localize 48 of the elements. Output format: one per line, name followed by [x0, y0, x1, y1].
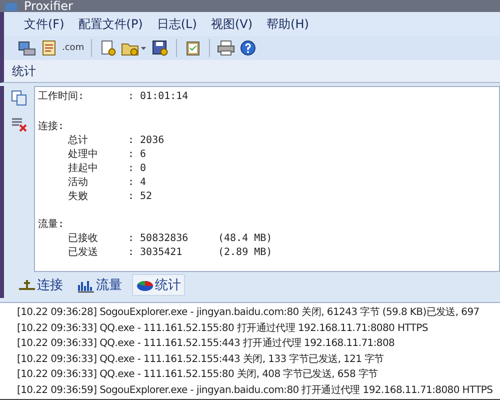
tab[interactable]: 统计 [132, 274, 185, 296]
stat-label: 失败 [68, 190, 89, 203]
stat-label: 工作时间: [38, 90, 86, 103]
stat-value: : 4 [128, 176, 148, 188]
stat-value: : 0 [128, 162, 148, 174]
stat-size: (2.89 MB) [218, 246, 272, 258]
computer-icon[interactable] [18, 40, 36, 56]
panel-title: 统计 [12, 62, 36, 80]
window-title: Proxifier [24, 0, 73, 12]
stat-value: : 2036 [128, 134, 166, 146]
stat-label: 已接收 [68, 232, 99, 245]
document-icon[interactable] [40, 40, 58, 56]
stat-value: : 3035421 [128, 246, 184, 258]
log-line: [10.22 09:36:33] QQ.exe - 111.161.52.155:80 打开通过代理 192.168.11.71:8080 HTTPS [17, 322, 429, 336]
log-line: [10.22 09:36:33] QQ.exe - 111.161.52.155:443 关闭, 133 字节已发送, 121 字节 [17, 352, 385, 366]
stat-value: : 52 [128, 190, 154, 202]
menu-item[interactable]: 配置文件(P) [74, 16, 147, 32]
stat-value: : 50832836 [128, 232, 190, 244]
log-line: [10.22 09:36:28] SogouExplorer.exe - jingyan.baidu.com:80 关闭, 61243 字节 (59.8 KB)已发送, 697 [17, 306, 480, 320]
tab[interactable]: 流量 [73, 274, 126, 296]
app-icon [4, 2, 18, 12]
stat-label: 处理中 [68, 148, 99, 161]
clipboard-icon[interactable] [184, 40, 202, 56]
tab[interactable]: 连接 [14, 274, 67, 296]
stat-label: 总计 [68, 134, 89, 147]
menu-item[interactable]: 视图(V) [206, 16, 257, 32]
menu-item[interactable]: 日志(L) [152, 16, 201, 32]
log-line: [10.22 09:36:33] QQ.exe - 111.161.52.155:443 打开通过代理 192.168.11.71:808 [17, 336, 396, 351]
copy-icon[interactable] [11, 90, 27, 106]
stat-label: 活动 [68, 176, 89, 189]
plug-icon [18, 277, 36, 293]
clear-icon[interactable] [11, 116, 27, 132]
stat-label: 挂起中 [68, 162, 99, 175]
domain-button[interactable]: .com [62, 43, 84, 53]
help-icon[interactable] [239, 40, 258, 56]
section-heading: 连接: [38, 120, 66, 133]
stat-label: 已发送 [68, 246, 99, 259]
stat-value: : 6 [128, 148, 148, 160]
menu-item[interactable]: 文件(F) [20, 16, 68, 32]
printer-icon[interactable] [217, 40, 236, 56]
page-gear-icon[interactable] [99, 40, 118, 56]
log-line: [10.22 09:36:33] QQ.exe - 111.161.52.155:80 关闭, 408 字节已发送, 658 字节 [17, 368, 379, 382]
section-heading: 流量: [38, 218, 66, 231]
log-line: [10.22 09:36:59] SogouExplorer.exe - jingyan.baidu.com:80 打开通过代理 192.168.11.71:8080 HTTPS [17, 384, 494, 398]
stat-value: : 01:01:14 [128, 90, 190, 102]
menu-item[interactable]: 帮助(H) [262, 16, 313, 32]
stat-size: (48.4 MB) [218, 232, 272, 244]
disk-gear-icon[interactable] [151, 40, 170, 56]
